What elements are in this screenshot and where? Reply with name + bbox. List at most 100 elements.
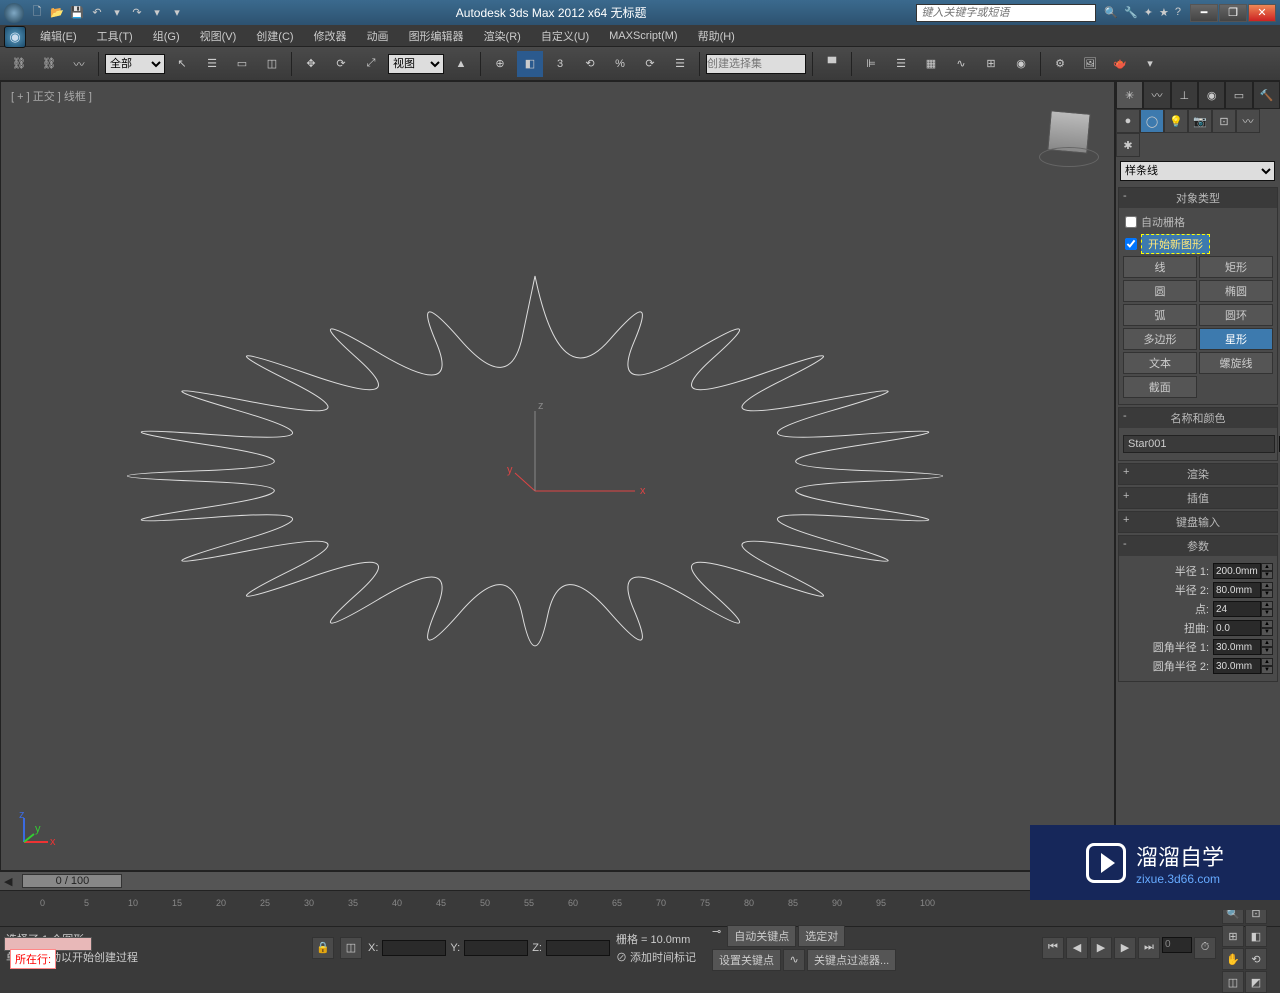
spin-up-icon[interactable]: ▲ [1261,601,1273,609]
play-icon[interactable]: ▶ [1090,937,1112,959]
setkey-button[interactable]: 设置关键点 [712,949,781,971]
time-config-icon[interactable]: ⏱ [1194,937,1216,959]
angle-snap-icon[interactable]: ⟲ [577,51,603,77]
object-name-input[interactable] [1123,435,1275,453]
undo-icon[interactable]: ↶ [88,4,106,22]
isolate-icon[interactable]: ◫ [340,937,362,959]
btn-donut[interactable]: 圆环 [1199,304,1273,326]
tab-create-icon[interactable]: ✳ [1116,81,1143,109]
viewcube-ring[interactable] [1039,147,1099,167]
graphite-icon[interactable]: ▦ [918,51,944,77]
window-crossing-icon[interactable]: ◫ [259,51,285,77]
menu-maxscript[interactable]: MAXScript(M) [599,27,687,45]
tab-utilities-icon[interactable]: 🔨 [1253,81,1280,109]
goto-start-icon[interactable]: ⏮ [1042,937,1064,959]
fov-icon[interactable]: ◧ [1245,925,1267,947]
menu-group[interactable]: 组(G) [143,25,190,47]
rollout-header-interp[interactable]: 插值 [1119,488,1277,508]
link-icon[interactable]: ⛓ [6,51,32,77]
edit-named-sel-icon[interactable]: ☰ [667,51,693,77]
manipulate-icon[interactable]: ⊕ [487,51,513,77]
cat-helpers-icon[interactable]: ⊡ [1212,109,1236,133]
arrows-icon[interactable]: ✦ [1144,6,1153,19]
named-selection-input[interactable] [706,54,806,74]
tab-hierarchy-icon[interactable]: ⊥ [1171,81,1198,109]
render-drop-icon[interactable]: ▾ [1137,51,1163,77]
spin-up-icon[interactable]: ▲ [1261,582,1273,590]
add-time-tag[interactable]: 添加时间标记 [630,952,696,964]
bind-space-warp-icon[interactable]: 〰 [66,51,92,77]
time-slider-handle[interactable]: 0 / 100 [22,874,122,888]
wrench-icon[interactable]: 🔧 [1124,6,1138,19]
align-icon[interactable]: ⊫ [858,51,884,77]
app-menu-icon[interactable]: ◉ [4,26,26,48]
btn-text[interactable]: 文本 [1123,352,1197,374]
snap-toggle-icon[interactable]: ◧ [517,51,543,77]
star-shape[interactable]: x y z [45,256,1025,696]
spin-down-icon[interactable]: ▼ [1261,666,1273,674]
snap-3-icon[interactable]: 3 [547,51,573,77]
menu-help[interactable]: 帮助(H) [688,25,745,47]
input-distort[interactable] [1213,620,1261,636]
rollout-header-name[interactable]: 名称和颜色 [1119,408,1277,428]
spin-down-icon[interactable]: ▼ [1261,590,1273,598]
spinner-snap-icon[interactable]: ⟳ [637,51,663,77]
spin-up-icon[interactable]: ▲ [1261,639,1273,647]
select-rect-icon[interactable]: ▭ [229,51,255,77]
viewport[interactable]: [ + ] 正交 ] 线框 ] x y z x z y [0,81,1115,871]
help-icon[interactable]: ? [1175,6,1181,19]
help-search-input[interactable] [916,4,1096,22]
rollout-header-params[interactable]: 参数 [1119,536,1277,556]
ref-coord-select[interactable]: 视图 [388,54,444,74]
zoom-extents-icon[interactable]: ⊞ [1222,925,1244,947]
pan-icon[interactable]: ✋ [1222,948,1244,970]
key-curve-icon[interactable]: ∿ [783,949,805,971]
input-points[interactable] [1213,601,1261,617]
coord-y-input[interactable] [464,940,528,956]
close-button[interactable]: ✕ [1248,4,1276,22]
rollout-header-keyboard[interactable]: 键盘输入 [1119,512,1277,532]
cat-shapes-icon[interactable]: ◯ [1140,109,1164,133]
maximize-viewport-icon[interactable]: ◫ [1222,971,1244,993]
viewport-label[interactable]: [ + ] 正交 ] 线框 ] [11,88,92,104]
menu-customize[interactable]: 自定义(U) [531,25,599,47]
btn-circle[interactable]: 圆 [1123,280,1197,302]
binoculars-icon[interactable]: 🔍 [1104,6,1118,19]
btn-star[interactable]: 星形 [1199,328,1273,350]
app-orb-icon[interactable] [4,3,24,23]
menu-animation[interactable]: 动画 [357,25,399,47]
cat-cameras-icon[interactable]: 📷 [1188,109,1212,133]
menu-tools[interactable]: 工具(T) [87,25,143,47]
menu-graph[interactable]: 图形编辑器 [399,25,474,47]
btn-arc[interactable]: 弧 [1123,304,1197,326]
lock-icon[interactable]: 🔒 [312,937,334,959]
save-icon[interactable]: 💾 [68,4,86,22]
layer-manager-icon[interactable]: ☰ [888,51,914,77]
render-production-icon[interactable]: 🫖 [1107,51,1133,77]
scale-icon[interactable]: ⤢ [358,51,384,77]
menu-create[interactable]: 创建(C) [246,25,303,47]
selection-filter-select[interactable]: 全部 [105,54,165,74]
tab-motion-icon[interactable]: ◉ [1198,81,1225,109]
btn-ngon[interactable]: 多边形 [1123,328,1197,350]
selkey-button[interactable]: 选定对 [798,925,845,947]
btn-ellipse[interactable]: 椭圆 [1199,280,1273,302]
spline-type-select[interactable]: 样条线 [1120,161,1275,181]
spin-up-icon[interactable]: ▲ [1261,620,1273,628]
keyfilter-button[interactable]: 关键点过滤器... [807,949,896,971]
material-editor-icon[interactable]: ◉ [1008,51,1034,77]
coord-x-input[interactable] [382,940,446,956]
viewcube[interactable] [1044,112,1094,162]
input-fillet2[interactable] [1213,658,1261,674]
input-radius1[interactable] [1213,563,1261,579]
spin-up-icon[interactable]: ▲ [1261,563,1273,571]
cat-geometry-icon[interactable]: ● [1116,109,1140,133]
autokey-button[interactable]: 自动关键点 [727,925,796,947]
btn-section[interactable]: 截面 [1123,376,1197,398]
spin-down-icon[interactable]: ▼ [1261,609,1273,617]
mirror-icon[interactable]: ▝▘ [819,51,845,77]
render-frame-icon[interactable]: 🖼 [1077,51,1103,77]
prev-frame-icon[interactable]: ◀ [1066,937,1088,959]
current-frame-input[interactable] [1162,937,1192,953]
input-fillet1[interactable] [1213,639,1261,655]
